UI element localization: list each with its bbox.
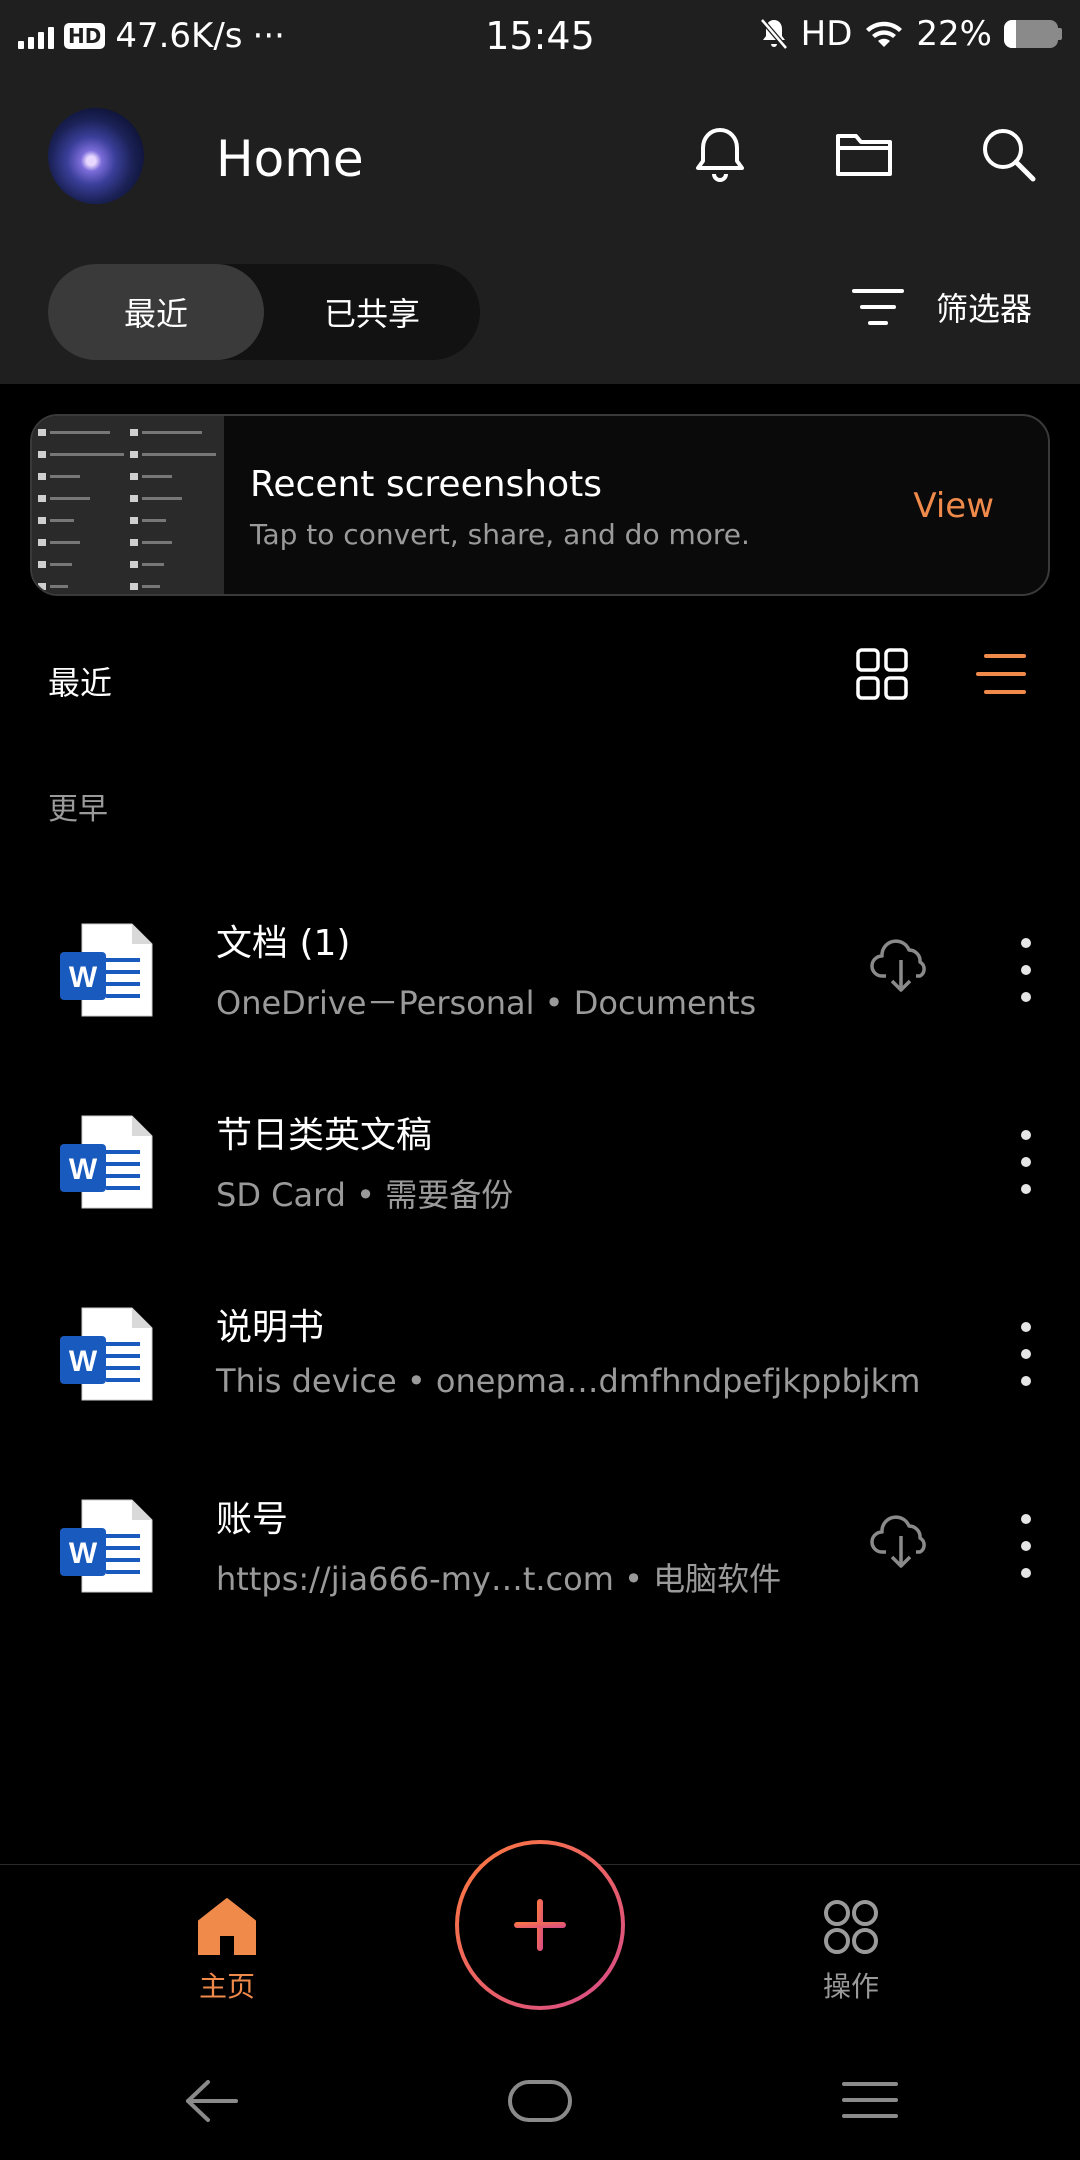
list-item[interactable]: W 文档 (1) OneDrive－Personal • Documents	[0, 874, 1080, 1064]
svg-text:W: W	[69, 1537, 98, 1570]
bell-icon[interactable]	[688, 122, 752, 186]
home-icon	[198, 1898, 256, 1955]
list-item[interactable]: W 账号 https://jia666-my…t.com • 电脑软件	[0, 1450, 1080, 1640]
status-bar: HD 47.6K/s ··· 15:45 HD 22%	[0, 0, 1080, 75]
filter-button[interactable]: 筛选器	[851, 284, 1032, 330]
home-button-icon[interactable]	[508, 2080, 572, 2122]
cloud-download-icon[interactable]	[870, 1510, 932, 1570]
hd-indicator: HD	[800, 14, 853, 54]
more-options-icon[interactable]	[1006, 938, 1046, 1002]
plus-icon	[514, 1899, 566, 1951]
battery-icon	[1004, 20, 1062, 48]
file-name: 文档 (1)	[216, 923, 351, 964]
section-title: 最近	[48, 664, 113, 702]
grid-view-icon[interactable]	[856, 648, 908, 700]
list-view-icon[interactable]	[976, 652, 1026, 696]
word-doc-icon: W	[60, 1307, 153, 1401]
word-doc-icon: W	[60, 923, 153, 1017]
back-icon[interactable]	[184, 2078, 238, 2124]
screenshot-thumbnail	[32, 416, 224, 594]
page-title: Home	[216, 130, 364, 188]
filter-icon	[851, 289, 904, 325]
list-item[interactable]: W 说明书 This device • onepma…dmfhndpefjkpp…	[0, 1258, 1080, 1448]
svg-text:W: W	[69, 961, 98, 994]
filter-label: 筛选器	[935, 290, 1032, 328]
tab-shared[interactable]: 已共享	[264, 264, 480, 360]
tab-recent[interactable]: 最近	[48, 264, 264, 360]
list-item[interactable]: W 节日类英文稿 SD Card • 需要备份	[0, 1066, 1080, 1256]
nav-home-label: 主页	[198, 1970, 255, 2003]
word-doc-icon: W	[60, 1115, 153, 1209]
group-label: 更早	[48, 792, 108, 827]
battery-percent: 22%	[916, 14, 992, 54]
cloud-download-icon[interactable]	[870, 934, 932, 994]
recent-screenshots-card[interactable]: Recent screenshots Tap to convert, share…	[30, 414, 1050, 596]
nav-actions-label: 操作	[822, 1970, 879, 2003]
file-name: 账号	[216, 1499, 289, 1540]
banner-subtitle: Tap to convert, share, and do more.	[250, 518, 750, 551]
svg-text:W: W	[69, 1345, 98, 1378]
more-options-icon[interactable]	[1006, 1514, 1046, 1578]
banner-title: Recent screenshots	[250, 464, 603, 505]
apps-icon	[824, 1900, 878, 1954]
create-new-button[interactable]	[455, 1840, 625, 2010]
file-location: This device • onepma…dmfhndpefjkppbjkm	[216, 1362, 921, 1400]
mute-icon	[759, 18, 788, 50]
view-switcher: 最近 已共享	[48, 264, 480, 360]
file-location: https://jia666-my…t.com • 电脑软件	[216, 1560, 782, 1598]
wifi-icon	[866, 21, 903, 47]
file-name: 说明书	[216, 1307, 325, 1348]
more-options-icon[interactable]	[1006, 1322, 1046, 1386]
folder-icon[interactable]	[832, 122, 896, 186]
more-options-icon[interactable]	[1006, 1130, 1046, 1194]
search-icon[interactable]	[976, 122, 1040, 186]
menu-icon[interactable]	[842, 2080, 898, 2120]
view-button[interactable]: View	[913, 486, 994, 526]
word-doc-icon: W	[60, 1499, 153, 1593]
file-name: 节日类英文稿	[216, 1115, 433, 1156]
svg-text:W: W	[69, 1153, 98, 1186]
file-location: OneDrive－Personal • Documents	[216, 984, 757, 1022]
file-location: SD Card • 需要备份	[216, 1176, 514, 1214]
system-navigation-bar	[0, 2040, 1080, 2160]
avatar[interactable]	[48, 108, 144, 204]
